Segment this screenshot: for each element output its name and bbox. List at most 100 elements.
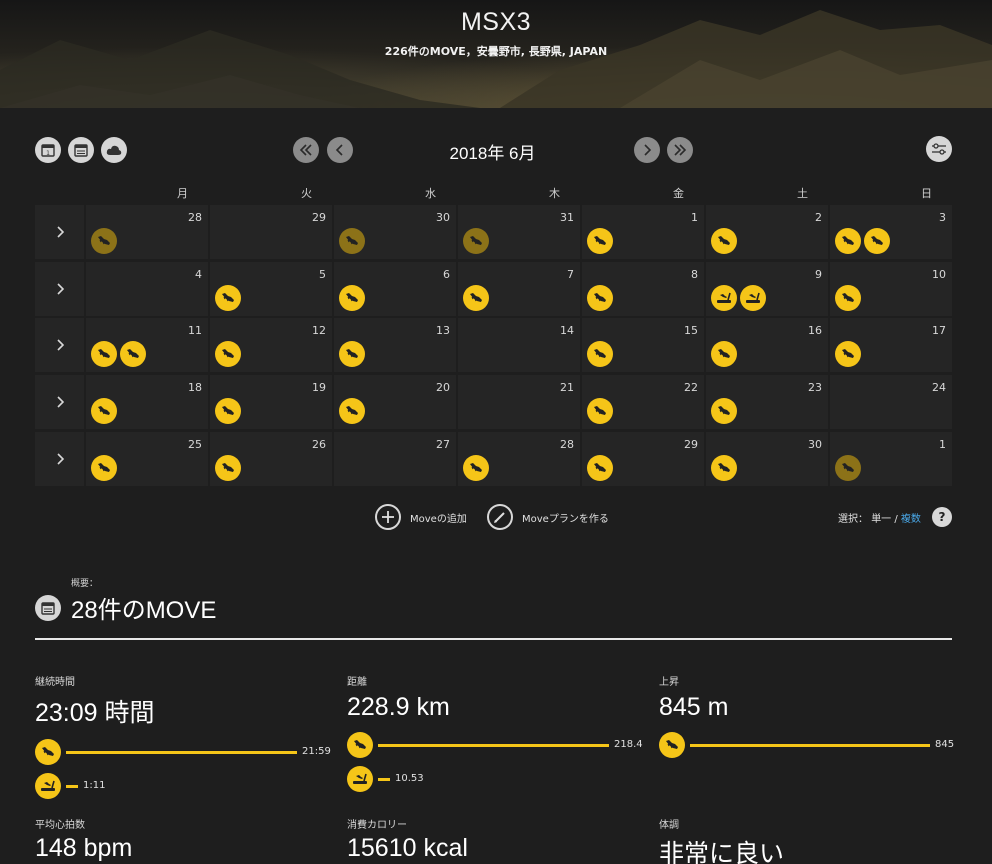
running-move-icon[interactable] (835, 228, 861, 254)
select-single-option[interactable]: 単一 (871, 514, 891, 525)
day-number: 2 (815, 211, 822, 224)
running-move-icon[interactable] (711, 455, 737, 481)
calendar-day-cell[interactable]: 31 (458, 205, 580, 259)
running-move-icon[interactable] (587, 341, 613, 367)
day-number: 3 (939, 211, 946, 224)
calendar-day-cell[interactable]: 9 (706, 262, 828, 316)
calendar-day-cell[interactable]: 11 (86, 318, 208, 372)
calendar-day-cell[interactable]: 18 (86, 375, 208, 429)
running-move-icon[interactable] (835, 341, 861, 367)
calendar-day-cell[interactable]: 30 (334, 205, 456, 259)
calendar-list-icon[interactable] (68, 137, 94, 163)
calendar-day-cell[interactable]: 23 (706, 375, 828, 429)
day-number: 24 (932, 381, 946, 394)
sliders-icon[interactable] (926, 136, 952, 162)
calendar-day-cell[interactable]: 20 (334, 375, 456, 429)
calendar-day-cell[interactable]: 15 (582, 318, 704, 372)
running-move-icon[interactable] (215, 285, 241, 311)
calendar-day-cell[interactable]: 4 (86, 262, 208, 316)
running-move-icon[interactable] (215, 455, 241, 481)
calendar-day-cell[interactable]: 7 (458, 262, 580, 316)
running-move-icon[interactable] (587, 228, 613, 254)
calendar-month-icon[interactable]: 1 (35, 137, 61, 163)
help-icon[interactable]: ? (932, 507, 952, 527)
calendar-day-cell[interactable]: 25 (86, 432, 208, 486)
week-expand-button[interactable] (35, 262, 84, 316)
running-move-icon[interactable] (711, 398, 737, 424)
chevron-left-icon[interactable] (327, 137, 353, 163)
running-move-icon[interactable] (711, 228, 737, 254)
double-chevron-right-icon[interactable] (667, 137, 693, 163)
calendar-day-cell[interactable]: 27 (334, 432, 456, 486)
day-number: 29 (684, 438, 698, 451)
running-move-icon[interactable] (864, 228, 890, 254)
calendar-day-cell[interactable]: 16 (706, 318, 828, 372)
calendar-day-cell[interactable]: 28 (86, 205, 208, 259)
calendar-day-cell[interactable]: 28 (458, 432, 580, 486)
running-move-icon[interactable] (339, 228, 365, 254)
calendar-day-cell[interactable]: 6 (334, 262, 456, 316)
cloud-icon[interactable] (101, 137, 127, 163)
calendar-day-cell[interactable]: 3 (830, 205, 952, 259)
running-move-icon[interactable] (463, 285, 489, 311)
treadmill-move-icon[interactable] (740, 285, 766, 311)
week-expand-button[interactable] (35, 318, 84, 372)
week-expand-button[interactable] (35, 205, 84, 259)
week-expand-button[interactable] (35, 432, 84, 486)
day-moves (91, 398, 117, 424)
chevron-right-icon[interactable] (634, 137, 660, 163)
calendar-day-cell[interactable]: 29 (210, 205, 332, 259)
calendar-day-cell[interactable]: 14 (458, 318, 580, 372)
calendar-day-cell[interactable]: 19 (210, 375, 332, 429)
treadmill-move-icon[interactable] (711, 285, 737, 311)
calendar-day-cell[interactable]: 12 (210, 318, 332, 372)
running-move-icon[interactable] (587, 285, 613, 311)
calendar-day-cell[interactable]: 5 (210, 262, 332, 316)
calendar-day-cell[interactable]: 8 (582, 262, 704, 316)
calendar-day-cell[interactable]: 17 (830, 318, 952, 372)
running-move-icon[interactable] (835, 285, 861, 311)
weekday-label: 金 (673, 187, 684, 200)
running-move-icon[interactable] (91, 398, 117, 424)
day-number: 14 (560, 324, 574, 337)
calendar-day-cell[interactable]: 21 (458, 375, 580, 429)
running-breakdown-row: 21:59 (35, 739, 346, 765)
week-expand-button[interactable] (35, 375, 84, 429)
create-plan-button[interactable]: Moveプランを作る (487, 504, 609, 530)
calendar-day-cell[interactable]: 22 (582, 375, 704, 429)
running-move-icon[interactable] (463, 455, 489, 481)
running-move-icon[interactable] (835, 455, 861, 481)
running-move-icon[interactable] (215, 398, 241, 424)
calendar-day-cell[interactable]: 24 (830, 375, 952, 429)
day-moves (91, 341, 146, 367)
calendar-day-cell[interactable]: 13 (334, 318, 456, 372)
calendar-day-cell[interactable]: 1 (582, 205, 704, 259)
calendar-day-cell[interactable]: 2 (706, 205, 828, 259)
running-move-icon[interactable] (215, 341, 241, 367)
running-move-icon[interactable] (339, 398, 365, 424)
calendar-day-cell[interactable]: 29 (582, 432, 704, 486)
running-move-icon[interactable] (339, 285, 365, 311)
breakdown-bar (378, 744, 609, 747)
running-move-icon[interactable] (587, 398, 613, 424)
day-number: 31 (560, 211, 574, 224)
running-move-icon[interactable] (91, 455, 117, 481)
breakdown-bar (66, 785, 78, 788)
add-move-button[interactable]: Moveの追加 (375, 504, 467, 530)
running-move-icon[interactable] (339, 341, 365, 367)
select-multi-option[interactable]: 複数 (901, 514, 921, 525)
calendar-day-cell[interactable]: 1 (830, 432, 952, 486)
running-move-icon[interactable] (91, 341, 117, 367)
calendar-day-cell[interactable]: 26 (210, 432, 332, 486)
calories-label: 消費カロリー (347, 820, 407, 831)
running-move-icon[interactable] (91, 228, 117, 254)
running-move-icon[interactable] (587, 455, 613, 481)
calendar-day-cell[interactable]: 30 (706, 432, 828, 486)
running-move-icon[interactable] (120, 341, 146, 367)
running-move-icon[interactable] (463, 228, 489, 254)
day-number: 9 (815, 268, 822, 281)
distance-value: 228.9 km (347, 693, 450, 721)
double-chevron-left-icon[interactable] (293, 137, 319, 163)
running-move-icon[interactable] (711, 341, 737, 367)
calendar-day-cell[interactable]: 10 (830, 262, 952, 316)
